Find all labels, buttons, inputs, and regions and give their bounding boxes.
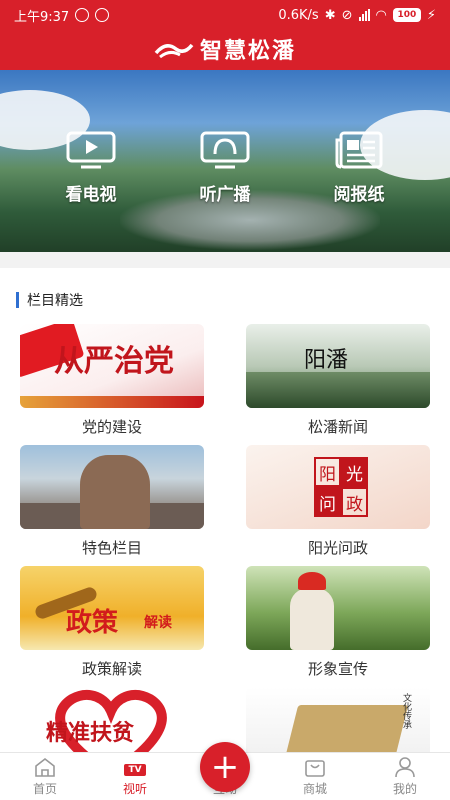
newspaper-icon bbox=[335, 131, 383, 169]
top-header: 上午9:37 0.6K/s ✱ ⊘ ◠ 100 ⚡ 智慧松潘 bbox=[0, 0, 450, 70]
nav-home[interactable]: 首页 bbox=[0, 753, 90, 800]
section-header: 栏目精选 bbox=[16, 290, 83, 310]
charging-icon: ⚡ bbox=[426, 7, 436, 23]
card-caption: 党的建设 bbox=[81, 418, 142, 436]
mute-icon: ⊘ bbox=[341, 7, 353, 23]
card-caption: 特色栏目 bbox=[81, 539, 142, 557]
nav-audio-video-label: 视听 bbox=[122, 782, 147, 796]
app-root: 上午9:37 0.6K/s ✱ ⊘ ◠ 100 ⚡ 智慧松潘 看电视 听广播 阅… bbox=[0, 0, 450, 800]
home-icon bbox=[35, 757, 55, 777]
shop-icon bbox=[305, 760, 325, 777]
card-thumbnail bbox=[246, 566, 430, 650]
thumb-calligraphy: 阳潘 bbox=[304, 348, 349, 373]
wifi-icon: ◠ bbox=[375, 7, 387, 23]
hat-illustration bbox=[298, 572, 326, 590]
card-caption: 形象宣传 bbox=[307, 660, 368, 678]
bluetooth-icon: ✱ bbox=[324, 7, 336, 23]
thumb-headline: 从严治党 bbox=[54, 344, 174, 379]
card-thumbnail: 阳潘 bbox=[246, 324, 430, 408]
scroll-illustration bbox=[285, 705, 409, 755]
signal-icon bbox=[358, 9, 370, 21]
nav-shop[interactable]: 商城 bbox=[270, 753, 360, 800]
card-sunshine-politics[interactable]: 阳 光 问 政 阳光问政 bbox=[246, 445, 430, 557]
app-brand: 智慧松潘 bbox=[0, 30, 450, 68]
seal-char: 政 bbox=[341, 487, 368, 517]
watch-tv-label: 看电视 bbox=[65, 185, 117, 205]
section-accent-bar bbox=[16, 292, 19, 308]
card-caption: 阳光问政 bbox=[307, 539, 368, 557]
watch-tv-button[interactable]: 看电视 bbox=[36, 130, 146, 205]
valley-illustration bbox=[246, 372, 430, 408]
notification-icon bbox=[75, 8, 90, 22]
card-party-building[interactable]: 从严治党 党的建设 bbox=[20, 324, 204, 436]
card-policy-interpretation[interactable]: 政策 解读 政策解读 bbox=[20, 566, 204, 678]
seal-char: 光 bbox=[341, 457, 368, 487]
statue-illustration bbox=[80, 455, 150, 529]
thumb-subheadline: 解读 bbox=[144, 615, 172, 631]
nav-shop-label: 商城 bbox=[302, 782, 327, 796]
thumb-headline: 精准扶贫 bbox=[46, 720, 135, 746]
card-thumbnail: 从严治党 bbox=[20, 324, 204, 408]
seal-stamp: 阳 光 问 政 bbox=[314, 457, 368, 517]
tv-icon bbox=[66, 131, 116, 169]
card-caption: 政策解读 bbox=[81, 660, 142, 678]
listen-radio-label: 听广播 bbox=[199, 185, 251, 205]
sync-icon bbox=[95, 8, 110, 22]
section-title: 栏目精选 bbox=[27, 293, 83, 309]
nav-profile[interactable]: 我的 bbox=[360, 753, 450, 800]
nav-profile-label: 我的 bbox=[392, 782, 417, 796]
battery-icon: 100 bbox=[392, 8, 421, 22]
person-illustration bbox=[290, 588, 334, 650]
card-caption: 松潘新闻 bbox=[307, 418, 368, 436]
status-bar: 上午9:37 0.6K/s ✱ ⊘ ◠ 100 ⚡ bbox=[0, 0, 450, 30]
read-newspaper-button[interactable]: 阅报纸 bbox=[304, 130, 414, 205]
thumb-headline: 政策 bbox=[66, 608, 119, 638]
plus-icon[interactable]: + bbox=[200, 742, 250, 792]
tv-badge-icon: TV bbox=[124, 764, 146, 776]
card-featured-column[interactable]: 特色栏目 bbox=[20, 445, 204, 557]
radio-icon bbox=[200, 131, 250, 169]
app-title: 智慧松潘 bbox=[199, 39, 296, 64]
status-time: 上午9:37 bbox=[14, 9, 70, 25]
seal-char: 问 bbox=[314, 487, 341, 517]
card-thumbnail: 阳 光 问 政 bbox=[246, 445, 430, 529]
seal-char: 阳 bbox=[314, 457, 341, 487]
listen-radio-button[interactable]: 听广播 bbox=[170, 130, 280, 205]
thumb-base bbox=[20, 396, 204, 408]
card-image-promotion[interactable]: 形象宣传 bbox=[246, 566, 430, 678]
network-speed: 0.6K/s bbox=[278, 7, 319, 23]
card-songpan-news[interactable]: 阳潘 松潘新闻 bbox=[246, 324, 430, 436]
section-divider bbox=[0, 252, 450, 268]
user-icon bbox=[395, 757, 415, 778]
card-thumbnail bbox=[20, 445, 204, 529]
nav-home-label: 首页 bbox=[32, 782, 57, 796]
thumb-calligraphy: 文化传承 bbox=[401, 693, 411, 729]
hero-banner: 看电视 听广播 阅报纸 bbox=[0, 70, 450, 260]
card-thumbnail: 政策 解读 bbox=[20, 566, 204, 650]
logo-icon bbox=[154, 43, 194, 59]
read-newspaper-label: 阅报纸 bbox=[333, 185, 385, 205]
nav-audio-video[interactable]: TV 视听 bbox=[90, 753, 180, 800]
